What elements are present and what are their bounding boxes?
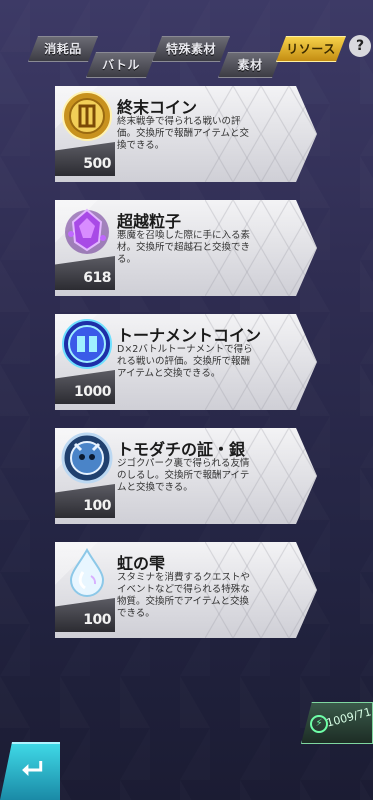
list-item[interactable]: 500 終末コイン 終末戦争で得られる戦いの評価。交換所で報酬アイテムと交換でき…: [55, 82, 317, 192]
item-description: ジゴクパーク裏で得られる友情のしるし。交換所で報酬アイテムと交換できる。: [117, 458, 250, 493]
list-item[interactable]: 1000 トーナメントコイン D×2バトルトーナメントで得られる戦いの評価。交換…: [55, 310, 317, 420]
item-title: 終末コイン: [117, 98, 198, 117]
back-arrow-icon: ⮠: [22, 754, 43, 784]
list-item[interactable]: 100 トモダチの証・銀 ジゴクパーク裏で得られる友情のしるし。交換所で報酬アイ…: [55, 424, 317, 534]
item-title: トーナメントコイン: [117, 326, 262, 345]
resource-list: 500 終末コイン 終末戦争で得られる戦いの評価。交換所で報酬アイテムと交換でき…: [55, 82, 317, 652]
friend-silver-badge-icon: [61, 432, 113, 484]
list-item[interactable]: 100 虹の雫 スタミナを消費するクエストやイベントなどで得られる特殊な物質。交…: [55, 538, 317, 648]
transcendence-particle-icon: [61, 204, 113, 256]
item-title: トモダチの証・銀: [117, 440, 246, 459]
rainbow-drop-icon: [61, 546, 113, 598]
tournament-coin-icon: [61, 318, 113, 370]
doom-coin-icon: [61, 90, 113, 142]
stamina-value: 1009/71: [325, 705, 373, 730]
item-title: 超越粒子: [117, 212, 182, 231]
category-tabs: 消耗品 バトル 特殊素材 素材 リソース: [0, 30, 373, 90]
help-button[interactable]: ?: [349, 35, 371, 57]
list-item[interactable]: 618 超越粒子 悪魔を召喚した際に手に入る素材。交換所で超越石と交換できる。: [55, 196, 317, 306]
item-description: スタミナを消費するクエストやイベントなどで得られる特殊な物質。交換所でアイテムと…: [117, 572, 251, 619]
item-description: D×2バトルトーナメントで得られる戦いの評価。交換所で報酬アイテムと交換できる。: [117, 344, 253, 379]
stamina-gauge[interactable]: ⚡ 1009/71: [301, 702, 373, 744]
tab-materials[interactable]: 素材: [218, 52, 282, 78]
tab-consumables[interactable]: 消耗品: [28, 36, 98, 62]
item-description: 悪魔を召喚した際に手に入る素材。交換所で超越石と交換できる。: [117, 230, 251, 265]
tab-special-materials[interactable]: 特殊素材: [152, 36, 230, 62]
item-title: 虹の雫: [117, 554, 166, 573]
tab-battle[interactable]: バトル: [86, 52, 156, 78]
tab-resources[interactable]: リソース: [276, 36, 346, 62]
item-description: 終末戦争で得られる戦いの評価。交換所で報酬アイテムと交換できる。: [117, 116, 250, 151]
